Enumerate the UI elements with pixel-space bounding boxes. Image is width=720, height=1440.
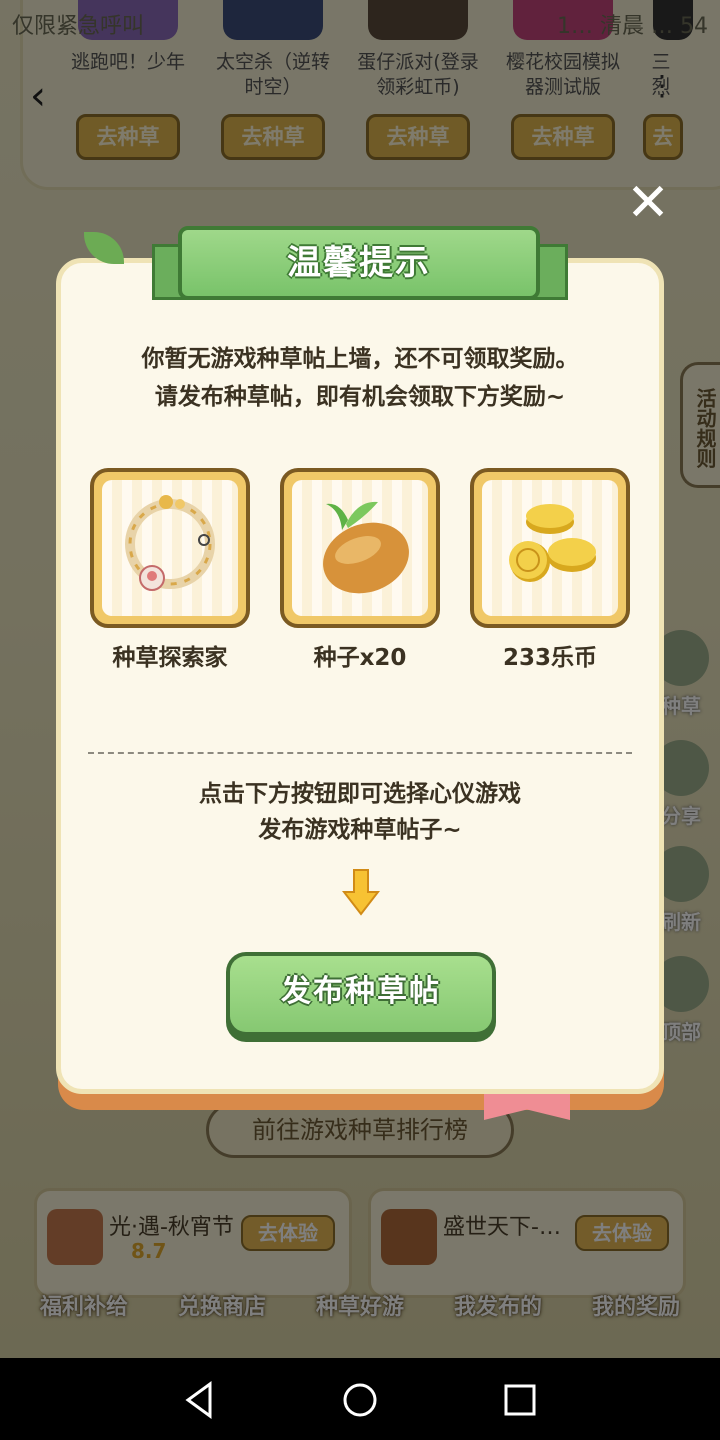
down-arrow-icon [341,868,381,916]
message-line-1: 你暂无游戏种草帖上墙，还不可领取奖励。 [141,346,579,372]
hint-line-1: 点击下方按钮即可选择心仪游戏 [199,781,521,807]
reward-item: 233乐币 [470,468,630,671]
back-icon[interactable] [178,1378,222,1422]
recents-icon[interactable] [498,1378,542,1422]
message-line-2: 请发布种草帖，即有机会领取下方奖励~ [154,384,566,410]
reward-item: 种子x20 [280,468,440,671]
publish-post-button[interactable]: 发布种草帖 [226,952,496,1042]
home-icon[interactable] [338,1378,382,1422]
reward-box [470,468,630,628]
divider [88,752,632,754]
reward-label: 种草探索家 [112,645,228,671]
avatar-frame-icon [102,480,238,616]
system-nav-bar [0,1358,720,1440]
reward-box [280,468,440,628]
modal-message: 你暂无游戏种草帖上墙，还不可领取奖励。 请发布种草帖，即有机会领取下方奖励~ [56,340,664,416]
reward-label: 233乐币 [502,645,597,671]
reward-label: 种子x20 [313,645,407,671]
publish-post-label: 发布种草帖 [230,956,492,1032]
hint-line-2: 发布游戏种草帖子~ [258,817,462,843]
reward-item: 种草探索家 [90,468,250,671]
modal-title: 温馨提示 [178,226,540,300]
close-icon[interactable]: ✕ [624,177,672,229]
seed-icon [292,480,428,616]
coins-icon [482,480,618,616]
modal-hint: 点击下方按钮即可选择心仪游戏 发布游戏种草帖子~ [56,776,664,848]
reward-box [90,468,250,628]
